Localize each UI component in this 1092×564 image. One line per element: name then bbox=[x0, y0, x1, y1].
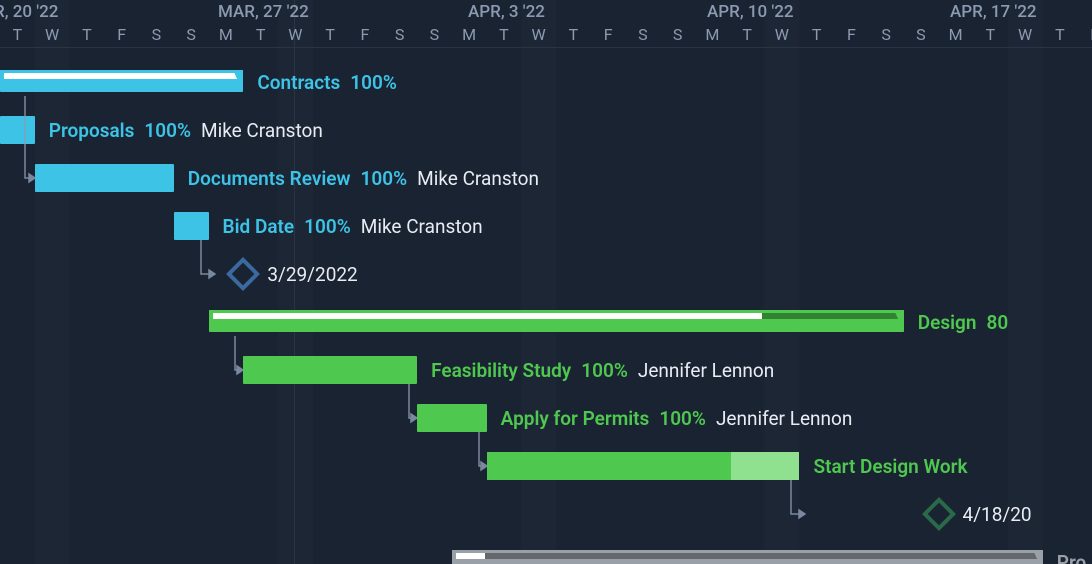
timeline-header: R, 20 '22 MAR, 27 '22 APR, 3 '22 APR, 10… bbox=[0, 0, 1092, 48]
month-label: APR, 17 '22 bbox=[950, 2, 1037, 22]
day-letter: S bbox=[626, 24, 661, 46]
gantt-row: Bid Date100%Mike Cranston bbox=[0, 202, 1092, 250]
day-letter: M bbox=[695, 24, 730, 46]
day-letter: S bbox=[382, 24, 417, 46]
day-letter: F bbox=[591, 24, 626, 46]
task-bar[interactable] bbox=[35, 164, 174, 192]
day-letter: S bbox=[869, 24, 904, 46]
milestone-label: 3/29/2022 bbox=[267, 250, 357, 298]
task-bar[interactable] bbox=[174, 212, 209, 240]
bar-label: Start Design Work bbox=[813, 442, 967, 490]
gantt-row: 3/29/2022 bbox=[0, 250, 1092, 298]
task-bar[interactable] bbox=[417, 404, 487, 432]
bar-label: Apply for Permits100%Jennifer Lennon bbox=[501, 394, 853, 442]
day-letter: T bbox=[487, 24, 522, 46]
gantt-row: Contracts100% bbox=[0, 58, 1092, 106]
day-letter: T bbox=[1043, 24, 1078, 46]
bar-label: Bid Date100%Mike Cranston bbox=[223, 202, 483, 250]
day-letter: W bbox=[765, 24, 800, 46]
bar-label: Pro bbox=[1057, 538, 1092, 564]
gantt-row: Start Design Work bbox=[0, 442, 1092, 490]
day-letter: S bbox=[139, 24, 174, 46]
month-label: APR, 3 '22 bbox=[468, 2, 545, 22]
day-letter: S bbox=[660, 24, 695, 46]
summary-bar[interactable] bbox=[209, 310, 904, 332]
day-letter: F bbox=[104, 24, 139, 46]
month-label: MAR, 27 '22 bbox=[218, 2, 309, 22]
gantt-row: Pro bbox=[0, 538, 1092, 564]
summary-bar[interactable] bbox=[0, 70, 243, 92]
month-label: R, 20 '22 bbox=[0, 2, 58, 22]
bar-label: Contracts100% bbox=[257, 58, 397, 106]
gantt-row: Design80 bbox=[0, 298, 1092, 346]
day-letter: S bbox=[904, 24, 939, 46]
gantt-row: Proposals100%Mike Cranston bbox=[0, 106, 1092, 154]
gantt-row: Apply for Permits100%Jennifer Lennon bbox=[0, 394, 1092, 442]
month-label: APR, 10 '22 bbox=[707, 2, 794, 22]
bar-label: Documents Review100%Mike Cranston bbox=[188, 154, 539, 202]
day-letter: W bbox=[278, 24, 313, 46]
day-letter: T bbox=[556, 24, 591, 46]
task-bar[interactable] bbox=[243, 356, 417, 384]
gantt-chart[interactable]: R, 20 '22 MAR, 27 '22 APR, 3 '22 APR, 10… bbox=[0, 0, 1092, 564]
day-row: TWTFSSMTWTFSSMTWTFSSMTWTFSSMTWTFSSMTWTF bbox=[0, 24, 1092, 46]
day-letter: F bbox=[834, 24, 869, 46]
day-letter: T bbox=[973, 24, 1008, 46]
bar-label: Feasibility Study100%Jennifer Lennon bbox=[431, 346, 774, 394]
day-letter: F bbox=[1077, 24, 1092, 46]
day-letter: T bbox=[0, 24, 35, 46]
day-letter: M bbox=[452, 24, 487, 46]
milestone-diamond[interactable] bbox=[226, 257, 260, 291]
day-letter: S bbox=[174, 24, 209, 46]
day-letter: W bbox=[35, 24, 70, 46]
bar-label: Design80 bbox=[918, 298, 1008, 346]
day-letter: W bbox=[521, 24, 556, 46]
day-letter: W bbox=[1008, 24, 1043, 46]
task-bar[interactable] bbox=[487, 452, 800, 480]
day-letter: T bbox=[70, 24, 105, 46]
milestone-label: 4/18/20 bbox=[963, 490, 1032, 538]
day-letter: T bbox=[799, 24, 834, 46]
day-letter: T bbox=[243, 24, 278, 46]
gantt-row: 4/18/20 bbox=[0, 490, 1092, 538]
day-letter: F bbox=[348, 24, 383, 46]
task-bar[interactable] bbox=[0, 116, 35, 144]
day-letter: T bbox=[730, 24, 765, 46]
day-letter: M bbox=[938, 24, 973, 46]
day-letter: S bbox=[417, 24, 452, 46]
gantt-row: Feasibility Study100%Jennifer Lennon bbox=[0, 346, 1092, 394]
summary-bar[interactable] bbox=[452, 550, 1043, 564]
bar-label: Proposals100%Mike Cranston bbox=[49, 106, 323, 154]
milestone-diamond[interactable] bbox=[922, 497, 956, 531]
gantt-row: Documents Review100%Mike Cranston bbox=[0, 154, 1092, 202]
day-letter: M bbox=[209, 24, 244, 46]
day-letter: T bbox=[313, 24, 348, 46]
